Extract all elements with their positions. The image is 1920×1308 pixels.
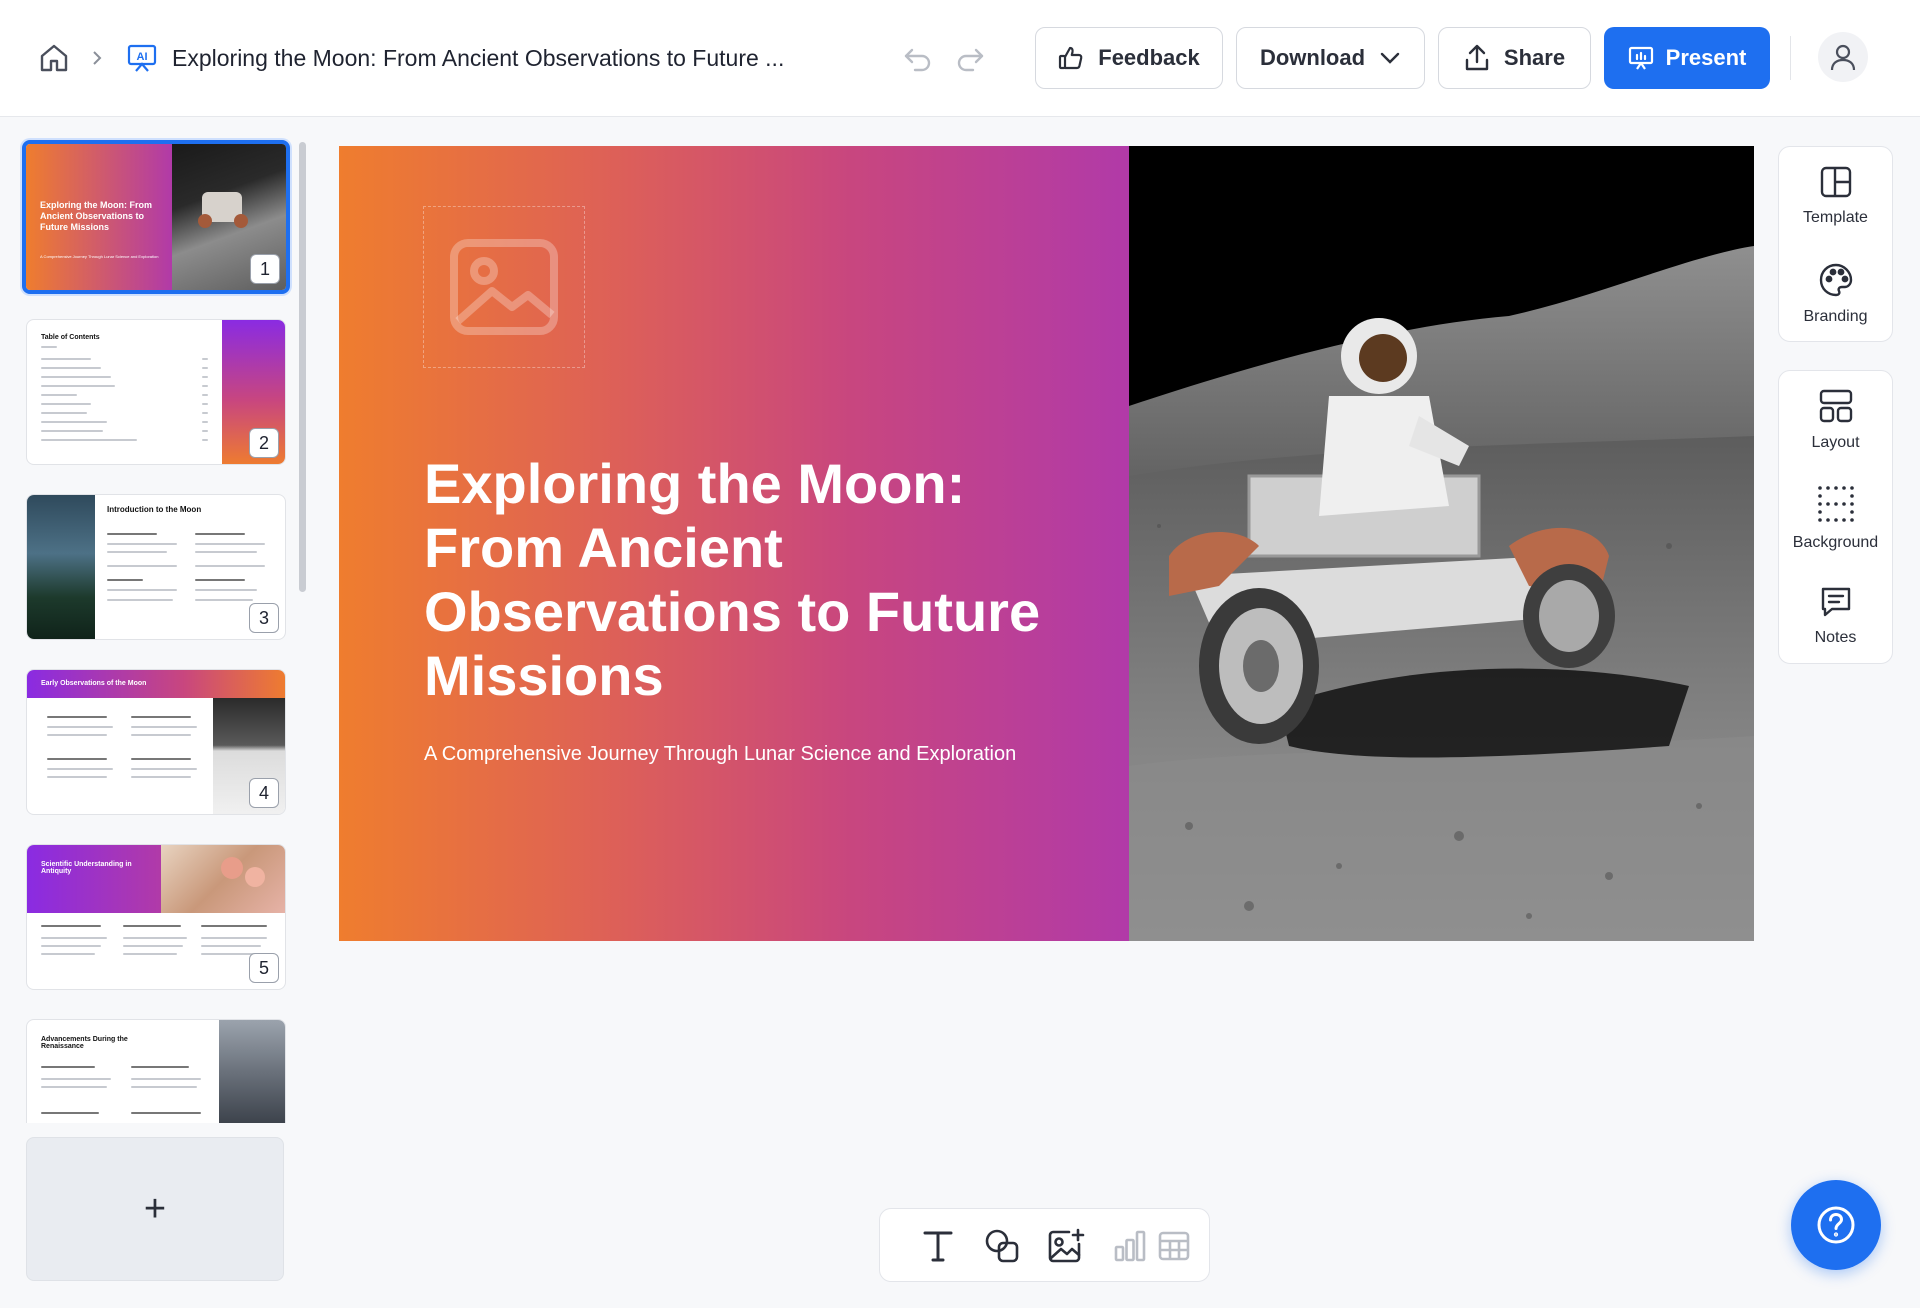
image-placeholder[interactable] [423, 206, 585, 368]
thumbnail-scrollbar[interactable] [299, 142, 306, 592]
slide-number-badge: 2 [249, 428, 279, 458]
notes-icon [1821, 587, 1850, 617]
thumb-6-title: Advancements During the Renaissance [41, 1036, 128, 1050]
insert-toolbar [879, 1208, 1210, 1282]
thumb-telescope-photo [219, 1020, 285, 1123]
shapes-icon [985, 1229, 1019, 1263]
slide-number-badge: 3 [249, 603, 279, 633]
branding-button[interactable]: Branding [1779, 245, 1892, 343]
background-button[interactable]: Background [1779, 469, 1892, 567]
template-button[interactable]: Template [1779, 147, 1892, 245]
download-label: Download [1259, 45, 1366, 70]
plus-icon: + [143, 1188, 167, 1230]
layout-label: Layout [1811, 434, 1860, 451]
thumb-3-title: Introduction to the Moon [107, 505, 202, 514]
background-dots-icon [1817, 486, 1854, 522]
home-icon [40, 44, 68, 72]
table-icon [1158, 1231, 1190, 1261]
thumb-forest-photo [27, 495, 95, 639]
insert-chart-button[interactable] [1108, 1224, 1152, 1268]
template-icon [1820, 166, 1851, 198]
thumb-2-title: Table of Contents [41, 334, 100, 341]
ai-presentation-icon: AI [126, 42, 158, 74]
feedback-button[interactable]: Feedback [1035, 27, 1223, 89]
thumb-1-subtitle: A Comprehensive Journey Through Lunar Sc… [40, 254, 159, 259]
chevron-right-icon [88, 46, 106, 70]
present-label: Present [1665, 45, 1747, 70]
template-label: Template [1803, 209, 1868, 226]
layout-button[interactable]: Layout [1779, 371, 1892, 469]
slide-tools-group: Layout Background Notes [1778, 370, 1893, 664]
slide-thumbnail-4[interactable]: Early Observations of the Moon 4 [26, 669, 286, 815]
top-bar: AI Exploring the Moon: From Ancient Obse… [0, 0, 1920, 117]
slide-thumbnail-1[interactable]: Exploring the Moon: From Ancient Observa… [22, 140, 290, 294]
insert-table-button[interactable] [1152, 1224, 1196, 1268]
slide-thumbnail-2[interactable]: Table of Contents 2 [26, 319, 286, 465]
share-button[interactable]: Share [1438, 27, 1591, 89]
help-button[interactable] [1791, 1180, 1881, 1270]
feedback-label: Feedback [1098, 45, 1200, 70]
slide-number-badge: 5 [249, 953, 279, 983]
home-button[interactable] [36, 40, 72, 76]
thumbs-up-icon [1059, 46, 1083, 70]
lunar-rover-photo[interactable] [1129, 146, 1754, 941]
share-label: Share [1503, 45, 1566, 70]
upload-icon [1465, 44, 1489, 71]
insert-image-button[interactable] [1044, 1224, 1088, 1268]
notes-button[interactable]: Notes [1779, 567, 1892, 665]
redo-button[interactable] [952, 42, 988, 76]
notes-label: Notes [1814, 629, 1857, 646]
slide-thumbnail-panel: Exploring the Moon: From Ancient Observa… [0, 118, 310, 1308]
image-icon [450, 239, 558, 335]
slide-subtitle[interactable]: A Comprehensive Journey Through Lunar Sc… [424, 740, 1114, 768]
design-tools-group: Template Branding [1778, 146, 1893, 342]
undo-icon [904, 48, 931, 72]
background-label: Background [1792, 534, 1879, 551]
slide-title[interactable]: Exploring the Moon: From Ancient Observa… [424, 452, 1114, 708]
insert-text-button[interactable] [916, 1224, 960, 1268]
thumb-1-title: Exploring the Moon: From Ancient Observa… [40, 200, 152, 232]
download-button[interactable]: Download [1236, 27, 1425, 89]
user-icon [1830, 44, 1856, 71]
layout-icon [1819, 389, 1852, 423]
ai-badge-text: AI [137, 51, 148, 63]
thumb-5-title: Scientific Understanding in Antiquity [41, 861, 132, 875]
chevron-down-icon [1380, 52, 1400, 64]
text-icon [923, 1231, 953, 1262]
presentation-icon [1628, 46, 1653, 70]
bar-chart-icon [1114, 1230, 1146, 1262]
image-plus-icon [1048, 1228, 1085, 1263]
slide-number-badge: 4 [249, 778, 279, 808]
thumb-roses-photo [161, 845, 285, 913]
thumb-4-title: Early Observations of the Moon [41, 680, 147, 687]
slide-gradient-panel: Exploring the Moon: From Ancient Observa… [339, 146, 1129, 941]
present-button[interactable]: Present [1604, 27, 1770, 89]
slide-thumbnail-3[interactable]: Introduction to the Moon 3 [26, 494, 286, 640]
header-divider [1790, 36, 1791, 80]
slide-canvas[interactable]: Exploring the Moon: From Ancient Observa… [339, 146, 1754, 941]
help-icon [1817, 1206, 1855, 1244]
user-avatar-button[interactable] [1818, 32, 1868, 82]
redo-icon [957, 48, 984, 72]
palette-icon [1819, 263, 1852, 297]
document-title[interactable]: Exploring the Moon: From Ancient Observa… [172, 40, 792, 76]
slide-thumbnail-6[interactable]: Advancements During the Renaissance [26, 1019, 286, 1123]
thumb-gradient-block [27, 845, 161, 913]
undo-button[interactable] [900, 42, 936, 76]
add-slide-button[interactable]: + [26, 1137, 284, 1281]
slide-thumbnail-5[interactable]: Scientific Understanding in Antiquity 5 [26, 844, 286, 990]
slide-number-badge: 1 [250, 254, 280, 284]
branding-label: Branding [1803, 308, 1868, 325]
insert-shape-button[interactable] [980, 1224, 1024, 1268]
